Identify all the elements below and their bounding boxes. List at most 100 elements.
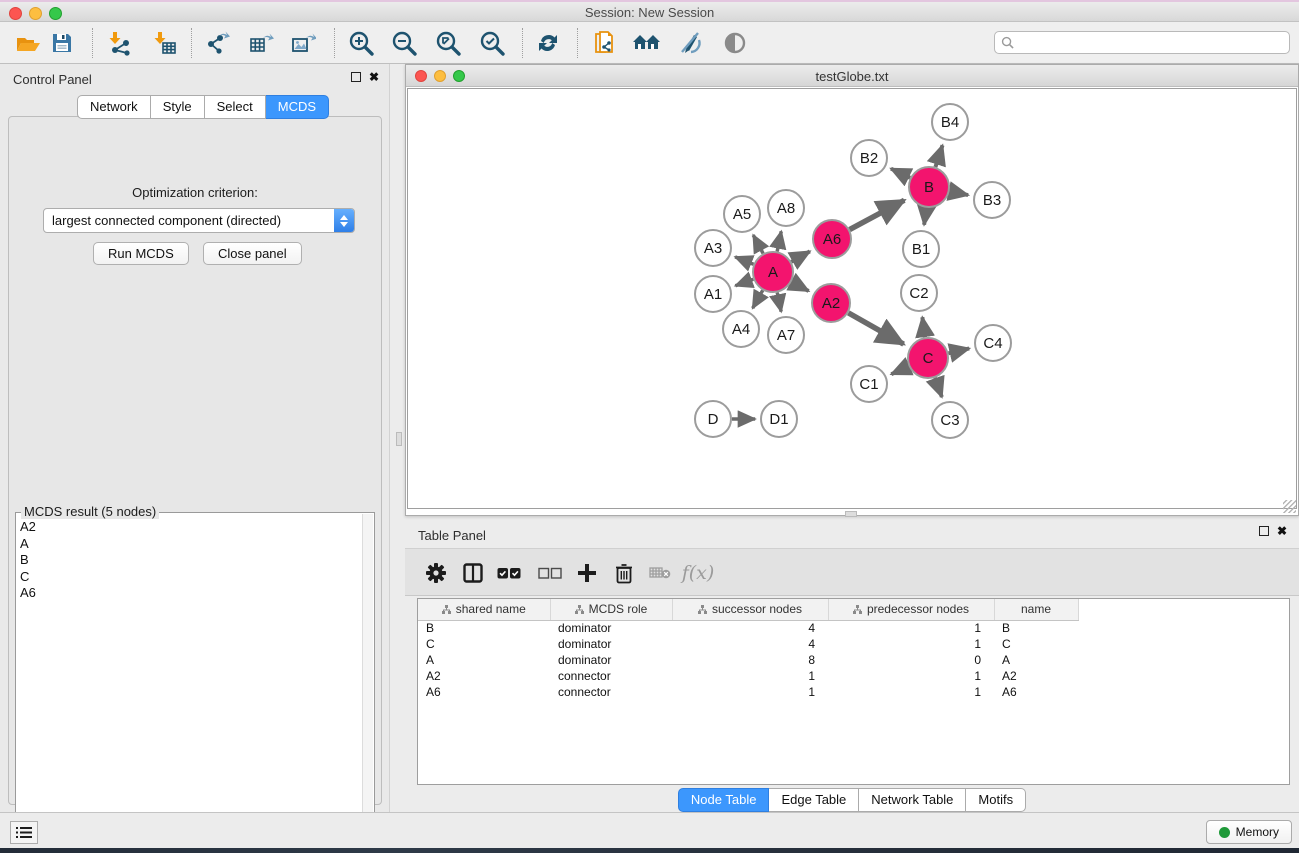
open-network-document-icon[interactable]	[588, 27, 622, 59]
tab-select[interactable]: Select	[205, 95, 266, 119]
function-builder-icon[interactable]: f(x)	[683, 559, 713, 587]
tab-style[interactable]: Style	[151, 95, 205, 119]
close-panel-icon[interactable]: ✖	[369, 72, 379, 82]
mcds-result-item[interactable]: C	[20, 569, 358, 586]
tab-network-table[interactable]: Network Table	[859, 788, 966, 812]
edge-B-B4[interactable]	[935, 145, 942, 167]
mcds-result-item[interactable]: A	[20, 536, 358, 553]
table-row[interactable]: A6connector11A6	[418, 684, 1078, 700]
edge-A-A5[interactable]	[753, 235, 763, 253]
edge-A-A4[interactable]	[753, 290, 763, 308]
node-A3[interactable]: A3	[695, 230, 731, 266]
column-header-shared-name[interactable]: shared name	[418, 599, 550, 620]
add-row-icon[interactable]	[572, 559, 602, 587]
close-panel-button[interactable]: Close panel	[203, 242, 302, 265]
gear-settings-icon[interactable]	[421, 559, 451, 587]
edge-A-A3[interactable]	[735, 257, 753, 264]
edge-A-A8[interactable]	[777, 231, 781, 251]
float-panel-icon[interactable]	[1259, 526, 1269, 536]
zoom-out-icon[interactable]	[387, 27, 421, 59]
export-table-icon[interactable]	[244, 27, 278, 59]
column-header-name[interactable]: name	[994, 599, 1078, 620]
node-D1[interactable]: D1	[761, 401, 797, 437]
edge-A6-B[interactable]	[850, 200, 905, 229]
node-A2[interactable]: A2	[812, 284, 850, 322]
edge-B-B1[interactable]	[924, 208, 926, 225]
mcds-result-item[interactable]: A2	[20, 519, 358, 536]
close-panel-icon[interactable]: ✖	[1277, 526, 1287, 536]
edge-C-C2[interactable]	[922, 317, 925, 337]
table-row[interactable]: A2connector11A2	[418, 668, 1078, 684]
node-A5[interactable]: A5	[724, 196, 760, 232]
node-B[interactable]: B	[909, 167, 949, 207]
unselect-all-columns-icon[interactable]	[535, 559, 565, 587]
show-graphics-details-icon[interactable]	[718, 27, 752, 59]
scrollbar[interactable]	[362, 514, 373, 851]
run-mcds-button[interactable]: Run MCDS	[93, 242, 189, 265]
mcds-result-item[interactable]: A6	[20, 585, 358, 602]
save-session-icon[interactable]	[45, 27, 79, 59]
clear-table-icon[interactable]	[645, 559, 675, 587]
edge-B-B2[interactable]	[891, 169, 910, 178]
node-A6[interactable]: A6	[813, 220, 851, 258]
edge-A-A1[interactable]	[735, 279, 753, 286]
node-A7[interactable]: A7	[768, 317, 804, 353]
edge-C-C4[interactable]	[948, 348, 969, 353]
table-row[interactable]: Cdominator41C	[418, 636, 1078, 652]
show-panels-list-button[interactable]	[10, 821, 38, 844]
delete-row-icon[interactable]	[609, 559, 639, 587]
tab-network[interactable]: Network	[77, 95, 151, 119]
show-columns-icon[interactable]	[458, 559, 488, 587]
network-window-titlebar[interactable]: testGlobe.txt	[406, 65, 1298, 87]
zoom-selected-icon[interactable]	[475, 27, 509, 59]
export-network-icon[interactable]	[201, 27, 235, 59]
network-canvas[interactable]: B4B2BB3A8A5A6A3B1AC2A1A2A4A7C4CC1C3DD1	[407, 88, 1297, 509]
node-table[interactable]: shared nameMCDS rolesuccessor nodesprede…	[417, 598, 1290, 785]
float-panel-icon[interactable]	[351, 72, 361, 82]
node-A8[interactable]: A8	[768, 190, 804, 226]
mcds-result-list[interactable]: A2ABCA6	[20, 519, 358, 848]
edge-A-A7[interactable]	[777, 293, 781, 312]
edge-C-C1[interactable]	[891, 366, 908, 374]
edge-C-C3[interactable]	[935, 378, 942, 397]
edge-A-A2[interactable]	[792, 282, 809, 291]
node-C3[interactable]: C3	[932, 402, 968, 438]
tab-edge-table[interactable]: Edge Table	[769, 788, 859, 812]
splitter-grip[interactable]	[396, 432, 402, 446]
hide-labels-icon[interactable]	[673, 27, 707, 59]
import-network-icon[interactable]	[103, 27, 137, 59]
zoom-in-icon[interactable]	[344, 27, 378, 59]
table-row[interactable]: Bdominator41B	[418, 620, 1078, 636]
node-C[interactable]: C	[908, 338, 948, 378]
tab-mcds[interactable]: MCDS	[266, 95, 329, 119]
node-A[interactable]: A	[753, 252, 793, 292]
select-all-columns-icon[interactable]	[494, 559, 524, 587]
optimization-criterion-dropdown[interactable]: largest connected component (directed)	[43, 208, 355, 233]
search-input[interactable]	[1014, 34, 1289, 52]
resize-grip-icon[interactable]	[1283, 500, 1296, 513]
node-A4[interactable]: A4	[723, 311, 759, 347]
edge-A-A6[interactable]	[791, 251, 810, 261]
mcds-result-item[interactable]: B	[20, 552, 358, 569]
splitter-grip[interactable]	[845, 511, 857, 517]
node-A1[interactable]: A1	[695, 276, 731, 312]
zoom-fit-icon[interactable]	[431, 27, 465, 59]
search-field[interactable]	[994, 31, 1290, 54]
edge-B-B3[interactable]	[950, 191, 969, 195]
node-B4[interactable]: B4	[932, 104, 968, 140]
open-file-icon[interactable]	[11, 27, 45, 59]
node-C2[interactable]: C2	[901, 275, 937, 311]
column-header-successor-nodes[interactable]: successor nodes	[672, 599, 828, 620]
home-icon[interactable]	[630, 27, 664, 59]
node-C1[interactable]: C1	[851, 366, 887, 402]
import-table-icon[interactable]	[148, 27, 182, 59]
export-image-icon[interactable]	[286, 27, 320, 59]
tab-motifs[interactable]: Motifs	[966, 788, 1026, 812]
node-C4[interactable]: C4	[975, 325, 1011, 361]
node-B3[interactable]: B3	[974, 182, 1010, 218]
node-D[interactable]: D	[695, 401, 731, 437]
tab-node-table[interactable]: Node Table	[678, 788, 770, 812]
column-header-predecessor-nodes[interactable]: predecessor nodes	[828, 599, 994, 620]
edge-A2-C[interactable]	[848, 313, 903, 344]
table-row[interactable]: Adominator80A	[418, 652, 1078, 668]
